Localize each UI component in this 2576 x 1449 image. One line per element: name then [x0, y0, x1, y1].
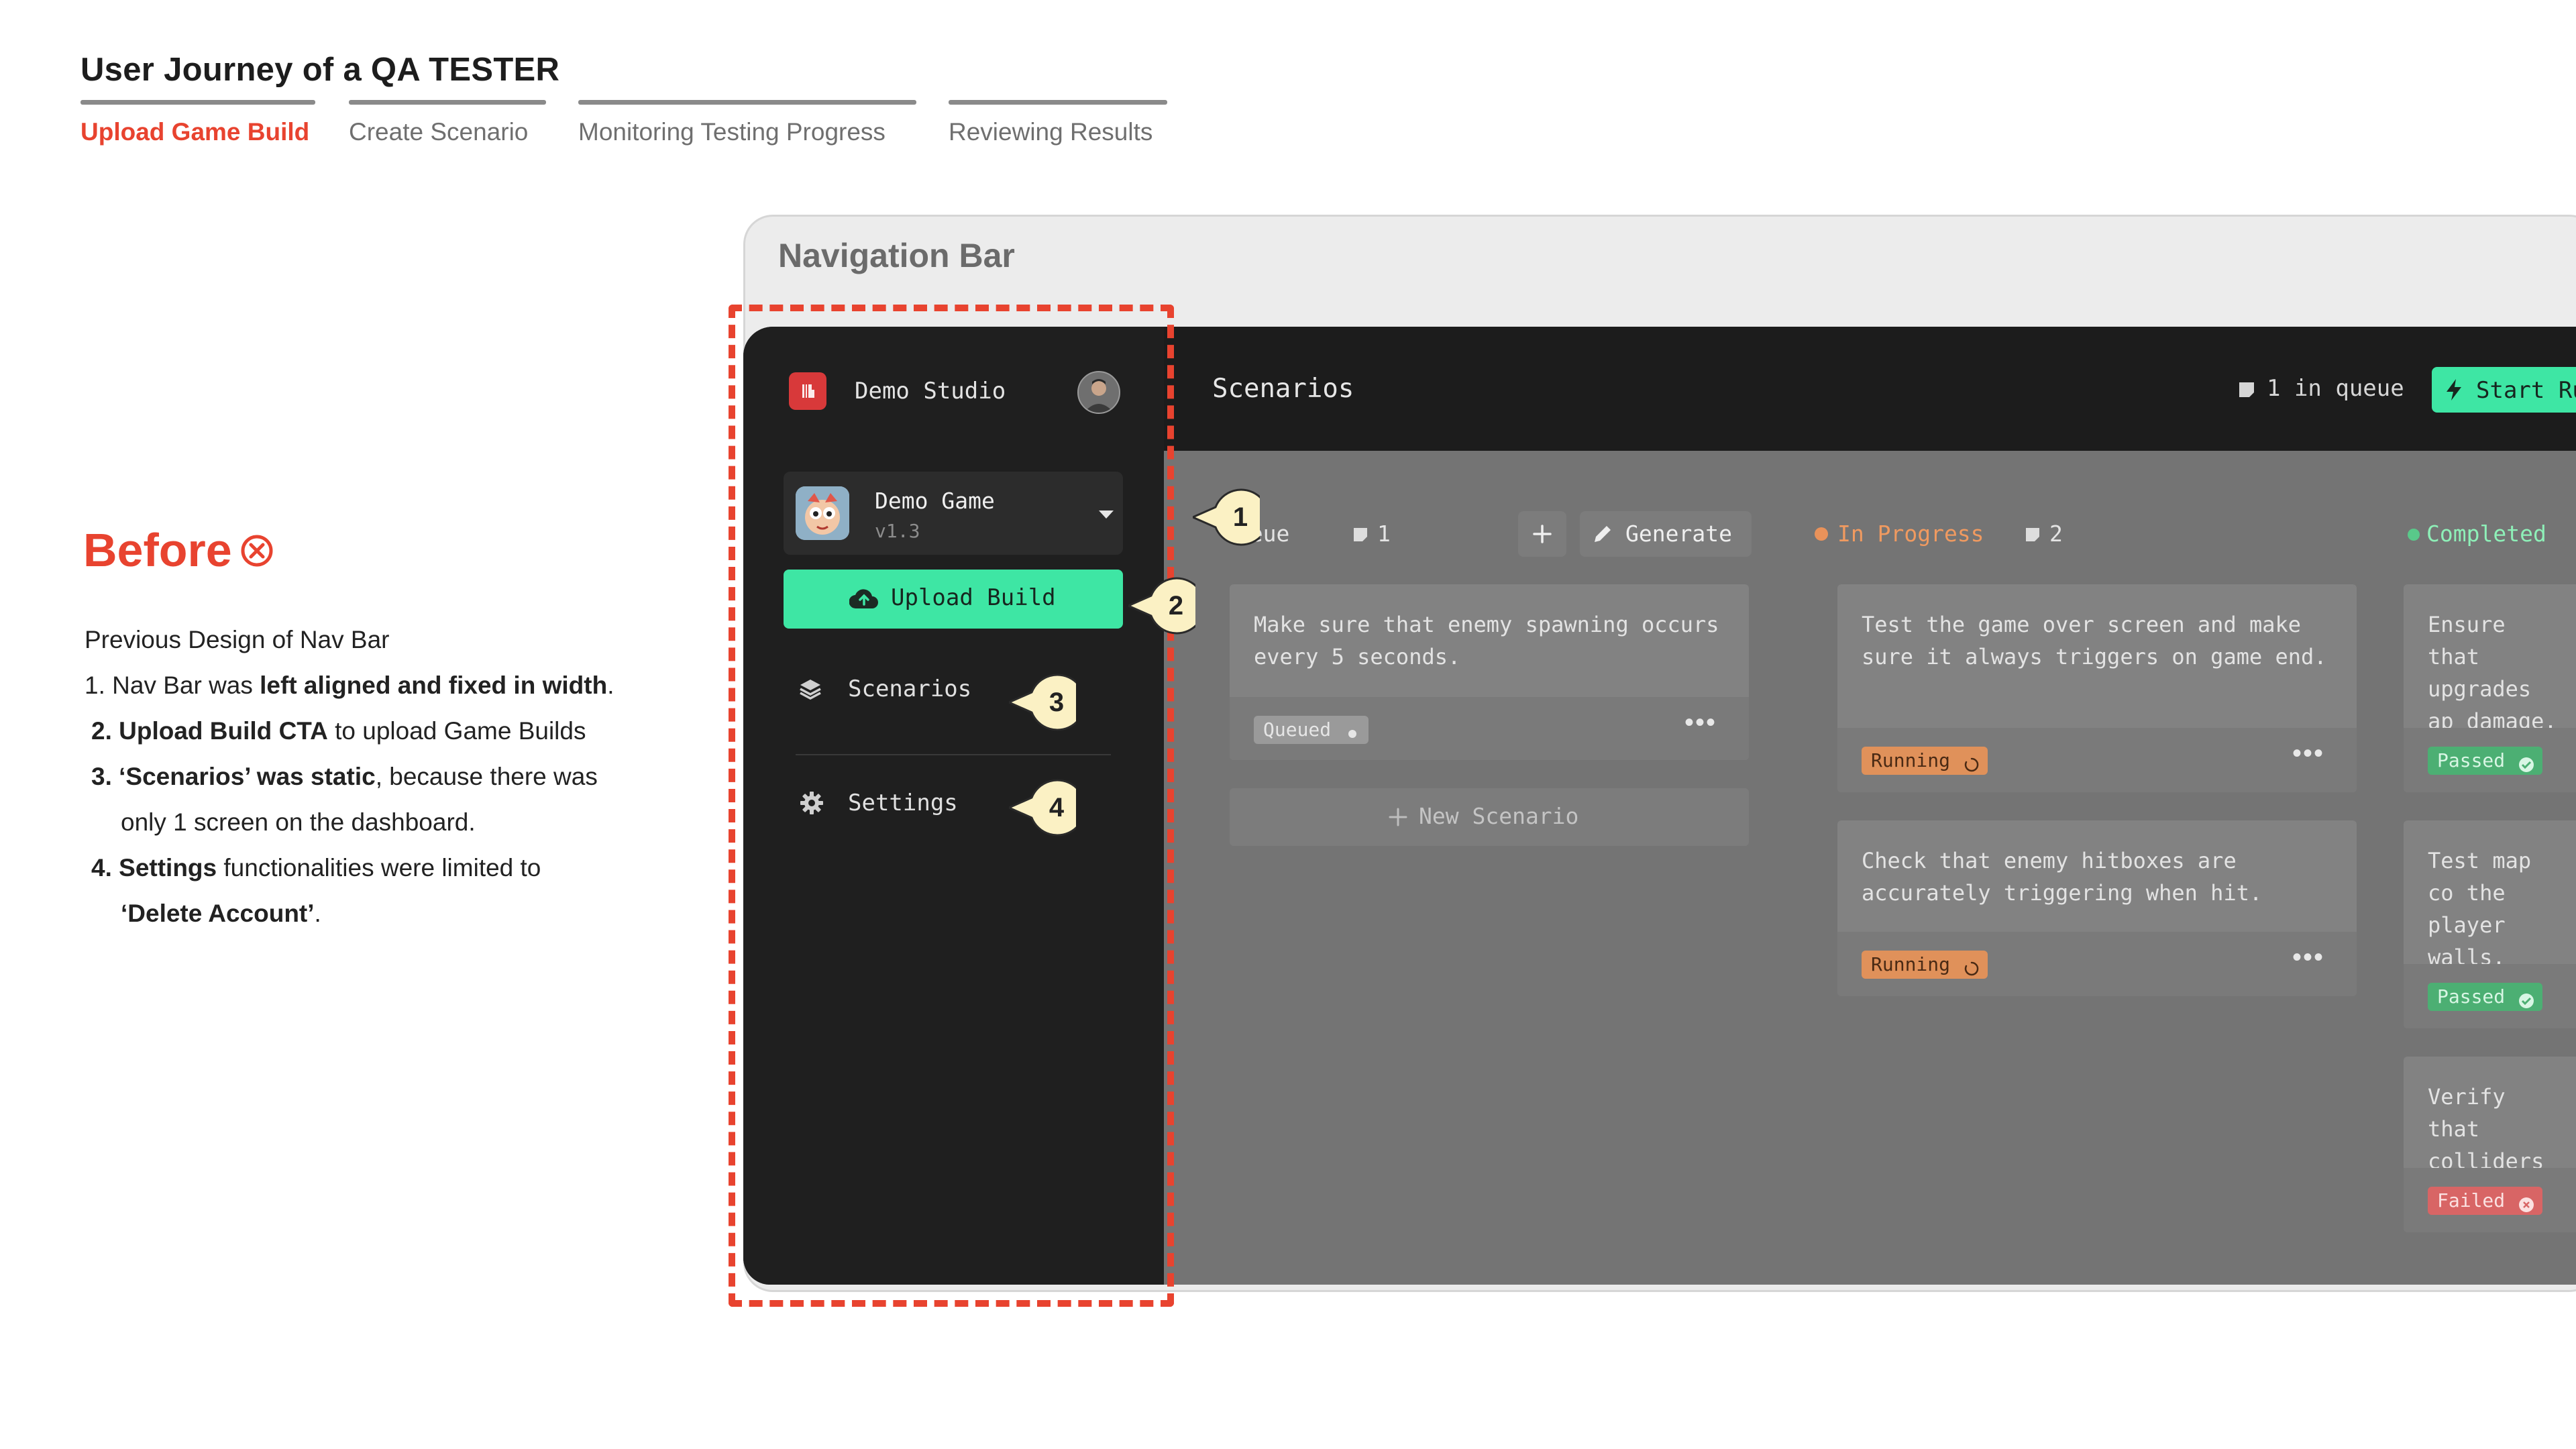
status-badge-label: Queued: [1263, 718, 1332, 741]
status-badge-failed: Failed: [2428, 1187, 2543, 1215]
queue-count: 1 in queue: [2267, 375, 2404, 402]
column-title-completed: Completed: [2426, 521, 2546, 547]
step-progress-bar: [80, 100, 315, 105]
spinner-icon: [1964, 753, 1980, 772]
step-progress-bar: [578, 100, 916, 105]
card-footer: Passed: [2404, 728, 2576, 792]
callout-4: 4: [1009, 779, 1085, 837]
status-badge-passed: Passed: [2428, 747, 2543, 775]
more-options-icon[interactable]: •••: [2292, 943, 2324, 973]
status-badge-running: Running: [1862, 747, 1988, 775]
plus-icon: [1533, 525, 1552, 543]
top-bar: Scenarios 1 in queue Start Run: [1164, 327, 2576, 451]
dot-icon: [1344, 722, 1360, 738]
step-progress-bar: [949, 100, 1167, 105]
pencil-icon: [1595, 526, 1611, 542]
scenario-board: Queue 1 Generate Make sure that enemy sp…: [1164, 451, 2576, 1285]
add-scenario-button[interactable]: [1518, 511, 1566, 557]
step-upload-game-build[interactable]: Upload Game Build: [80, 100, 315, 146]
check-circle-icon: [2518, 753, 2534, 772]
status-badge-passed: Passed: [2428, 983, 2543, 1011]
before-point-3-cont: only 1 screen on the dashboard.: [121, 808, 476, 836]
callout-number: 2: [1168, 591, 1184, 621]
before-point-3: 3. ‘Scenarios’ was static, because there…: [91, 763, 598, 790]
sidebar-highlight-outline: [729, 305, 1174, 1307]
note-icon: [1354, 528, 1367, 541]
status-badge-label: Passed: [2437, 749, 2506, 771]
before-point-4: 4. Settings functionalities were limited…: [91, 854, 541, 881]
new-scenario-button[interactable]: New Scenario: [1230, 788, 1749, 846]
callout-3: 3: [1009, 674, 1085, 731]
scenario-card[interactable]: Test map co the player walls. Passed: [2404, 820, 2576, 1028]
before-point-4-cont: ‘Delete Account’.: [121, 900, 321, 927]
scenario-card[interactable]: Ensure that upgrades ap damage. Passed: [2404, 584, 2576, 792]
column-count: 1: [1377, 521, 1391, 547]
spinner-icon: [1964, 957, 1980, 976]
status-badge-running: Running: [1862, 951, 1988, 979]
start-run-label: Start Run: [2476, 377, 2576, 404]
column-title-in-progress: In Progress: [1837, 521, 1984, 547]
card-footer: Passed: [2404, 964, 2576, 1028]
note-icon: [2026, 528, 2039, 541]
step-progress-bar: [349, 100, 546, 105]
status-badge-queued: Queued: [1254, 716, 1369, 744]
before-point-2: 2. Upload Build CTA to upload Game Build…: [91, 717, 586, 745]
status-badge-label: Passed: [2437, 985, 2506, 1008]
callout-number: 4: [1049, 793, 1065, 822]
more-options-icon[interactable]: •••: [1684, 708, 1717, 738]
callout-number: 1: [1232, 502, 1248, 532]
step-reviewing-results[interactable]: Reviewing Results: [949, 100, 1167, 146]
close-circle-icon: [241, 535, 273, 567]
before-intro: Previous Design of Nav Bar: [85, 626, 390, 653]
check-circle-icon: [2518, 989, 2534, 1008]
generate-button[interactable]: Generate: [1580, 511, 1752, 557]
new-scenario-label: New Scenario: [1419, 803, 1579, 829]
status-badge-label: Running: [1871, 953, 1951, 975]
lightning-icon: [2447, 379, 2461, 400]
step-label: Monitoring Testing Progress: [578, 118, 885, 146]
scenario-card[interactable]: Test the game over screen and make sure …: [1837, 584, 2357, 792]
page-title: User Journey of a QA TESTER: [80, 52, 560, 88]
callout-2: 2: [1128, 577, 1205, 635]
scenario-text: Make sure that enemy spawning occurs eve…: [1254, 612, 1719, 669]
card-footer: Running •••: [1837, 728, 2357, 792]
scenario-card[interactable]: Check that enemy hitboxes are accurately…: [1837, 820, 2357, 996]
scenario-text: Test map co the player walls.: [2428, 848, 2532, 970]
card-footer: Queued •••: [1230, 697, 1749, 760]
page-heading: Scenarios: [1212, 374, 1354, 404]
step-label: Upload Game Build: [80, 118, 310, 146]
column-count: 2: [2049, 521, 2063, 547]
scenario-text: Ensure that upgrades ap damage.: [2428, 612, 2557, 734]
generate-label: Generate: [1625, 521, 1732, 547]
callout-number: 3: [1049, 688, 1065, 717]
scenario-card[interactable]: Make sure that enemy spawning occurs eve…: [1230, 584, 1749, 760]
before-point-1: 1. Nav Bar was left aligned and fixed in…: [85, 672, 614, 699]
close-circle-icon: [2518, 1193, 2534, 1212]
step-label: Reviewing Results: [949, 118, 1153, 146]
before-title: Before: [83, 524, 232, 576]
step-create-scenario[interactable]: Create Scenario: [349, 100, 546, 146]
card-footer: Failed: [2404, 1168, 2576, 1232]
scenario-text: Test the game over screen and make sure …: [1862, 612, 2327, 669]
status-badge-label: Running: [1871, 749, 1951, 771]
start-run-button[interactable]: Start Run: [2432, 367, 2576, 413]
navigation-bar-label: Navigation Bar: [778, 237, 1015, 274]
plus-icon: [1389, 808, 1407, 826]
card-footer: Running •••: [1837, 932, 2357, 996]
status-badge-label: Failed: [2437, 1189, 2506, 1212]
step-label: Create Scenario: [349, 118, 529, 146]
status-dot-icon: [1815, 527, 1828, 541]
callout-1: 1: [1193, 488, 1269, 546]
note-icon: [2239, 382, 2254, 397]
step-monitoring-testing-progress[interactable]: Monitoring Testing Progress: [578, 100, 916, 146]
scenario-card[interactable]: Verify that colliders a Failed: [2404, 1057, 2576, 1232]
status-dot-icon: [2408, 529, 2420, 541]
scenario-text: Check that enemy hitboxes are accurately…: [1862, 848, 2263, 906]
more-options-icon[interactable]: •••: [2292, 739, 2324, 769]
